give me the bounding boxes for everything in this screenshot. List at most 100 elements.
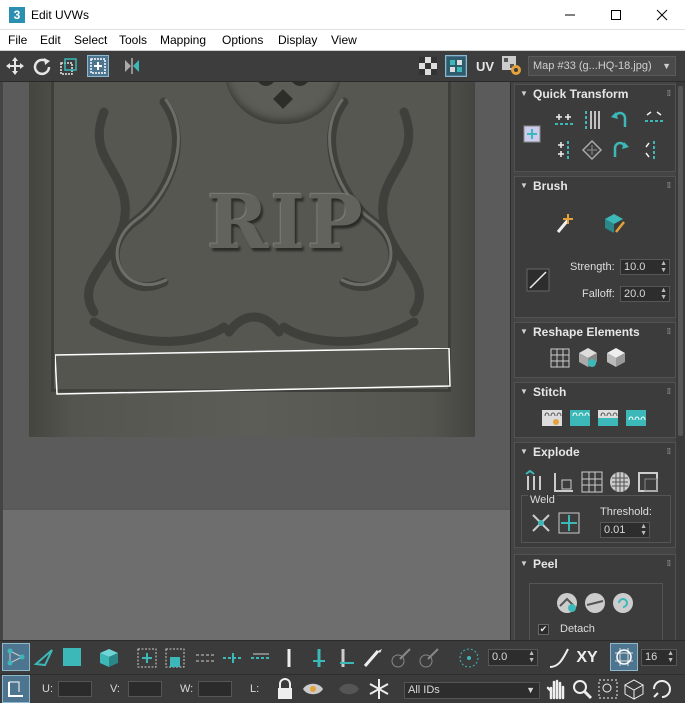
flip-vertical-button[interactable] [641,137,667,163]
checker-pattern-button[interactable] [417,55,439,77]
spinner-arrows-icon[interactable]: ▲ ▼ [660,287,667,301]
straighten-button[interactable] [547,345,573,371]
absolute-relative-toggle[interactable] [2,675,30,703]
scale-tool-button[interactable] [58,55,80,77]
menu-options[interactable]: Options [222,33,263,47]
reset-peel-button[interactable] [610,590,636,616]
shrink-selection-button[interactable] [162,645,188,671]
falloff-curve-button[interactable] [546,645,572,671]
align-vertical-button[interactable] [551,137,577,163]
v-field[interactable] [128,681,162,697]
face-mode-button[interactable] [60,645,84,669]
rotate-cw-button[interactable] [607,137,633,163]
uv-settings-button[interactable] [501,55,523,77]
detach-button[interactable] [551,469,577,495]
xy-space-button[interactable]: XY [574,645,600,671]
space-vertical-button[interactable] [579,107,605,133]
rotate-ccw-button[interactable] [607,107,633,133]
rollout-header-stitch[interactable]: ▼ Stitch ⁞⁞ [515,383,675,403]
ring-button[interactable] [280,645,298,671]
stitch-average-button[interactable] [595,405,621,431]
spinner-arrows-icon[interactable]: ▲ ▼ [667,650,674,664]
rollout-header-quick-transform[interactable]: ▼ Quick Transform ⁞⁞ [515,85,675,105]
close-button[interactable] [639,0,685,30]
panel-scrollbar[interactable] [676,82,685,640]
flatten-by-smoothing-button[interactable] [607,469,633,495]
mirror-tool-button[interactable] [121,55,143,77]
ring-shrink-button[interactable] [334,645,360,671]
loop-button[interactable] [193,645,219,671]
soft-selection-spinner[interactable]: 0.0 ▲ ▼ [488,649,538,666]
grow-selection-button[interactable] [134,645,160,671]
map-dropdown[interactable]: Map #33 (g...HQ-18.jpg) ▼ [528,56,676,76]
paint-move-button[interactable] [553,211,579,237]
move-tool-button[interactable] [4,55,26,77]
uv-selection-outline[interactable] [55,348,451,396]
quick-peel-button[interactable] [554,590,580,616]
menu-edit[interactable]: Edit [40,33,61,47]
detach-checkbox[interactable]: ✔ [538,624,549,635]
uv-viewport[interactable]: RIP [3,82,510,640]
flatten-by-polygon-button[interactable] [579,469,605,495]
menu-file[interactable]: File [8,33,27,47]
freeform-tool-button[interactable] [87,55,109,77]
unhide-button[interactable] [336,677,362,701]
peel-mode-button[interactable] [582,590,608,616]
edge-mode-button[interactable] [32,645,56,669]
relax-button[interactable] [575,345,601,371]
freeze-button[interactable] [366,677,392,701]
minimize-button[interactable] [547,0,593,30]
falloff-spinner[interactable]: 20.0 ▲ ▼ [620,286,670,302]
u-field[interactable] [58,681,92,697]
weld-target-button[interactable] [556,510,582,536]
grid-size-spinner[interactable]: 16 ▲ ▼ [641,649,677,666]
paint-select-button[interactable] [360,645,386,671]
pan-button[interactable] [544,677,568,701]
w-field[interactable] [198,681,232,697]
rollout-header-reshape-elements[interactable]: ▼ Reshape Elements ⁞⁞ [515,323,675,343]
soft-selection-button[interactable] [456,645,482,671]
menu-mapping[interactable]: Mapping [160,33,206,47]
rollout-header-peel[interactable]: ▼ Peel ⁞⁞ [515,555,675,575]
loop-shrink-button[interactable] [248,645,274,671]
paint-grow-button[interactable] [388,645,414,671]
stitch-to-source-button[interactable] [623,405,649,431]
element-mode-button[interactable] [96,645,122,671]
menu-view[interactable]: View [331,33,357,47]
rollout-header-explode[interactable]: ▼ Explode ⁞⁞ [515,443,675,463]
vertex-mode-button[interactable] [2,643,30,671]
rollout-header-brush[interactable]: ▼ Brush ⁞⁞ [515,177,675,197]
show-map-button[interactable] [445,55,467,77]
menu-display[interactable]: Display [278,33,317,47]
strength-spinner[interactable]: 10.0 ▲ ▼ [620,259,670,275]
uv-axis-button[interactable]: UV [472,55,498,77]
flatten-by-material-button[interactable] [635,469,661,495]
brush-falloff-type-button[interactable] [525,267,551,293]
ring-grow-button[interactable] [306,645,332,671]
relax-settings-button[interactable] [603,345,629,371]
spinner-arrows-icon[interactable]: ▲ ▼ [640,523,647,537]
menu-tools[interactable]: Tools [119,33,147,47]
zoom-region-button[interactable] [596,677,620,701]
spinner-arrows-icon[interactable]: ▲ ▼ [528,650,535,664]
viewport-background-area[interactable] [3,508,510,640]
lock-selection-button[interactable] [274,677,296,701]
align-to-edge-button[interactable] [519,121,545,147]
menu-select[interactable]: Select [74,33,107,47]
zoom-extents-button[interactable] [622,677,646,701]
stitch-to-target-button[interactable] [567,405,593,431]
relax-brush-button[interactable] [601,211,627,237]
threshold-spinner[interactable]: 0.01 ▲ ▼ [600,522,650,538]
distribute-button[interactable] [579,137,605,163]
hide-show-button[interactable] [300,677,326,701]
align-horizontal-button[interactable] [551,107,577,133]
loop-grow-button[interactable] [220,645,246,671]
material-ids-dropdown[interactable]: All IDs ▼ [404,682,540,699]
flip-horizontal-button[interactable] [641,107,667,133]
zoom-selected-button[interactable] [650,677,674,701]
rotate-tool-button[interactable] [31,55,53,77]
stitch-custom-button[interactable] [539,405,565,431]
paint-shrink-button[interactable] [416,645,442,671]
maximize-button[interactable] [593,0,639,30]
weld-selected-button[interactable] [528,510,554,536]
